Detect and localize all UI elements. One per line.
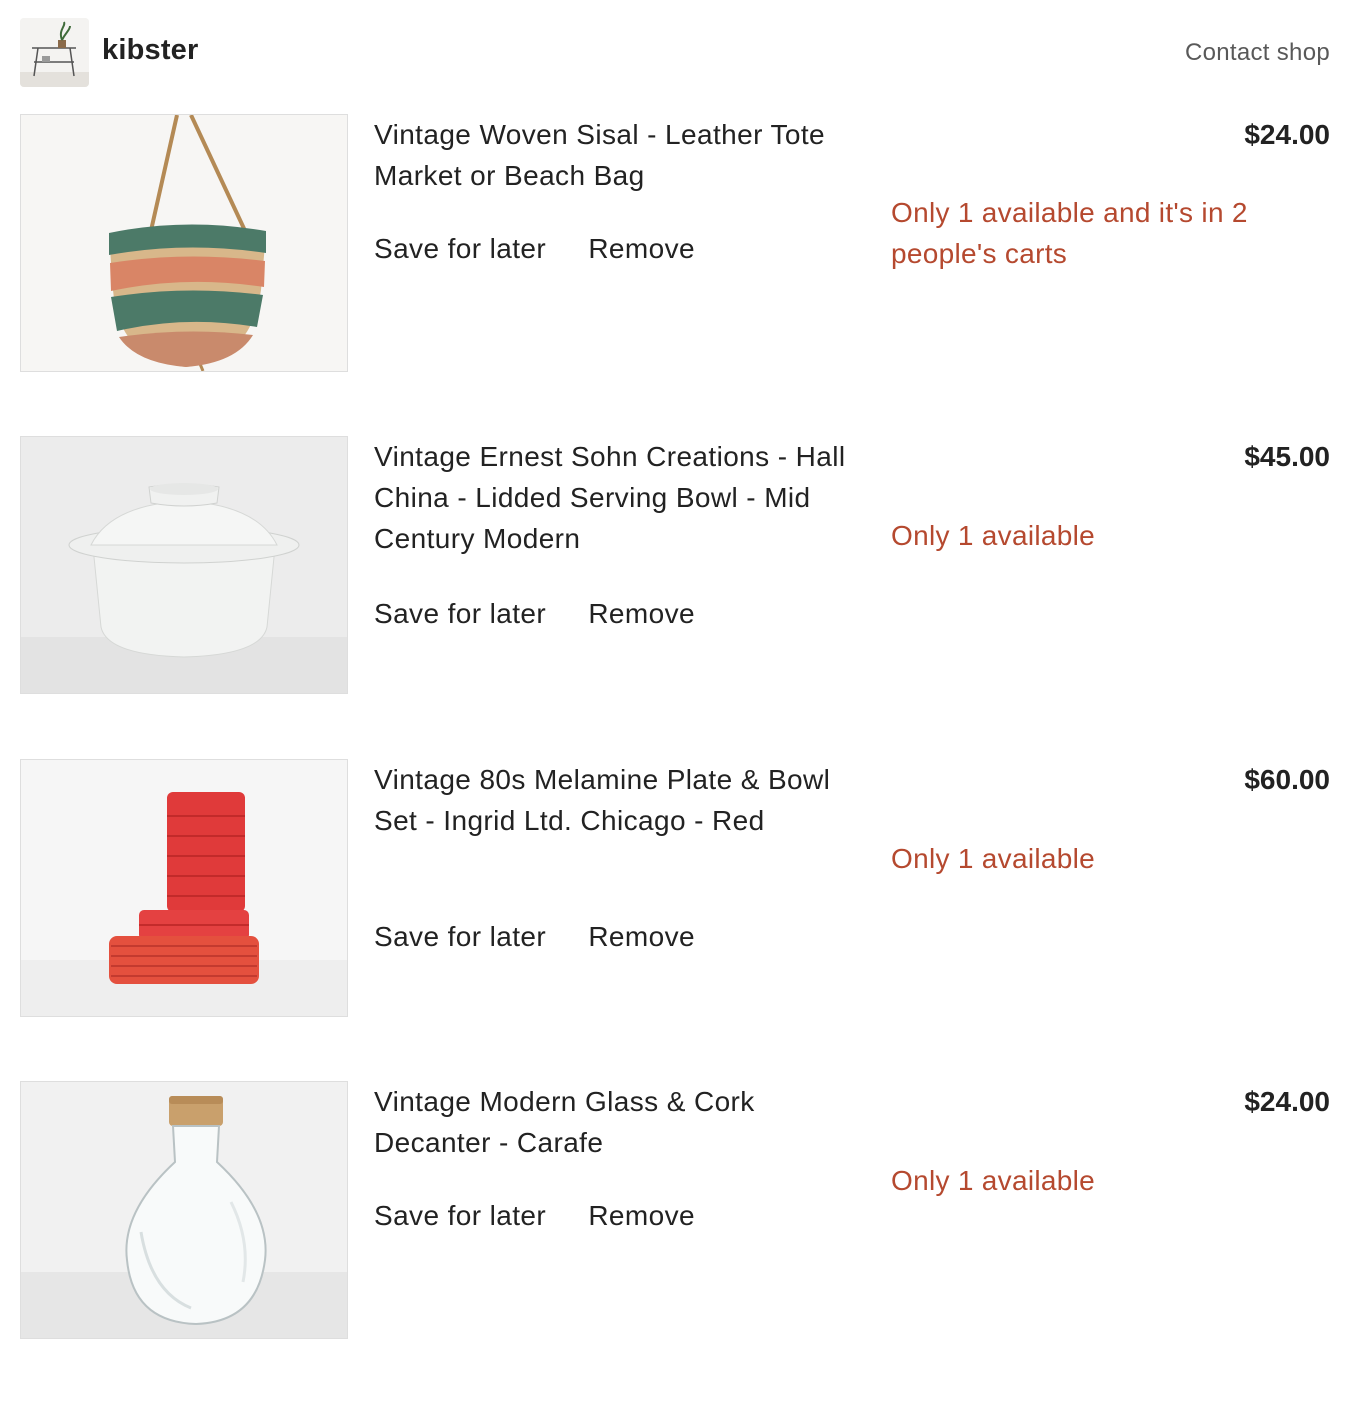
item-title[interactable]: Vintage Modern Glass & Cork Decanter - C… — [374, 1081, 854, 1163]
availability-notice: Only 1 available — [891, 1165, 1096, 1196]
item-image[interactable] — [20, 114, 348, 372]
availability-notice: Only 1 available and it's in 2 people's … — [891, 197, 1248, 269]
cart-item: Vintage Woven Sisal - Leather Tote Marke… — [20, 114, 1330, 374]
item-price: $60.00 — [1244, 764, 1330, 795]
item-price: $24.00 — [1244, 1086, 1330, 1117]
item-image[interactable] — [20, 1081, 348, 1339]
woven-bag-icon — [21, 115, 347, 371]
availability-notice: Only 1 available — [891, 843, 1096, 874]
glass-decanter-icon — [21, 1082, 347, 1338]
remove-button[interactable]: Remove — [588, 233, 695, 265]
cart-item: Vintage 80s Melamine Plate & Bowl Set - … — [20, 759, 1330, 1019]
cart-item: Vintage Ernest Sohn Creations - Hall Chi… — [20, 436, 1330, 696]
remove-button[interactable]: Remove — [588, 921, 695, 953]
item-title[interactable]: Vintage Ernest Sohn Creations - Hall Chi… — [374, 436, 854, 559]
remove-button[interactable]: Remove — [588, 1200, 695, 1232]
availability-notice: Only 1 available — [891, 520, 1096, 551]
shop-header: kibster Contact shop — [20, 18, 1330, 88]
item-actions: Save for later Remove — [374, 921, 695, 953]
item-title[interactable]: Vintage Woven Sisal - Leather Tote Marke… — [374, 114, 854, 196]
shop-name[interactable]: kibster — [102, 34, 199, 67]
save-for-later-button[interactable]: Save for later — [374, 233, 546, 265]
contact-shop-link[interactable]: Contact shop — [1185, 39, 1330, 67]
lidded-bowl-icon — [21, 437, 347, 693]
remove-button[interactable]: Remove — [588, 598, 695, 630]
save-for-later-button[interactable]: Save for later — [374, 598, 546, 630]
item-actions: Save for later Remove — [374, 598, 695, 630]
save-for-later-button[interactable]: Save for later — [374, 1200, 546, 1232]
item-actions: Save for later Remove — [374, 1200, 695, 1232]
shop-logo-icon — [20, 18, 89, 87]
item-title[interactable]: Vintage 80s Melamine Plate & Bowl Set - … — [374, 759, 854, 841]
save-for-later-button[interactable]: Save for later — [374, 921, 546, 953]
item-image[interactable] — [20, 759, 348, 1017]
item-actions: Save for later Remove — [374, 233, 695, 265]
item-price: $45.00 — [1244, 441, 1330, 472]
item-price: $24.00 — [1244, 119, 1330, 150]
shop-avatar[interactable] — [20, 18, 89, 87]
cart-item: Vintage Modern Glass & Cork Decanter - C… — [20, 1081, 1330, 1341]
red-dish-stack-icon — [21, 760, 347, 1016]
item-image[interactable] — [20, 436, 348, 694]
